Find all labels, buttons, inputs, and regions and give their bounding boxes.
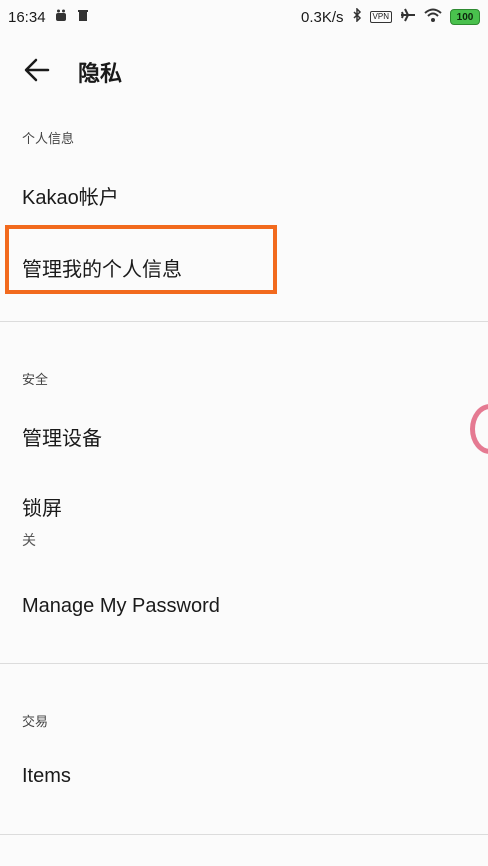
highlight-box xyxy=(5,225,277,294)
manage-password-item[interactable]: Manage My Password xyxy=(22,595,220,618)
divider xyxy=(0,663,488,664)
back-arrow-icon[interactable] xyxy=(22,56,52,84)
lock-screen-value: 关 xyxy=(22,532,36,548)
android-icon xyxy=(54,8,68,26)
divider xyxy=(0,834,488,835)
section-label-transaction: 交易 xyxy=(22,714,49,729)
kakao-account-item[interactable]: Kakao帐户 xyxy=(22,181,119,210)
section-label-security: 安全 xyxy=(22,372,49,387)
bluetooth-icon xyxy=(352,7,362,26)
manage-devices-item[interactable]: 管理设备 xyxy=(22,422,102,451)
floating-circle-icon[interactable] xyxy=(470,404,488,454)
status-bar: 16:34 0.3K/s VPN 100 xyxy=(0,0,488,34)
divider xyxy=(0,321,488,322)
battery-icon: 100 xyxy=(450,9,480,25)
page-title: 隐私 xyxy=(78,61,123,86)
network-speed: 0.3K/s xyxy=(301,8,344,26)
airplane-icon xyxy=(400,8,416,26)
vpn-badge: VPN xyxy=(369,11,392,23)
section-label-personal: 个人信息 xyxy=(22,131,75,146)
status-time: 16:34 xyxy=(8,8,46,26)
trash-icon xyxy=(76,8,90,26)
items-item[interactable]: Items xyxy=(22,765,71,788)
lock-screen-item[interactable]: 锁屏 xyxy=(22,492,62,521)
app-bar: 隐私 xyxy=(0,44,488,96)
wifi-icon xyxy=(424,8,442,26)
